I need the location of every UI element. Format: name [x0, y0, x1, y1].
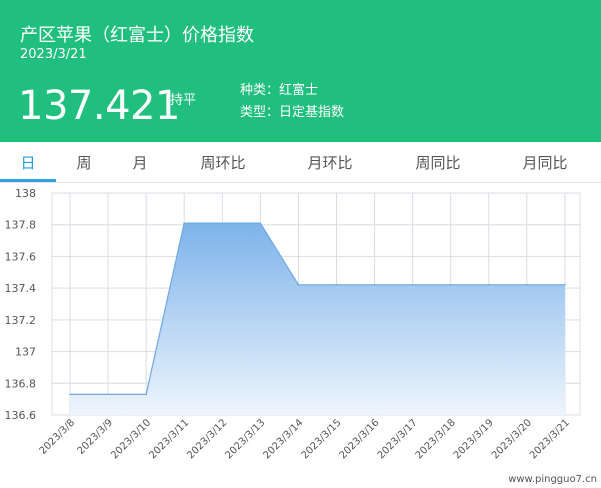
x-tick-label: 2023/3/13 [223, 417, 267, 461]
x-tick-label: 2023/3/14 [262, 417, 306, 461]
data-point [564, 284, 566, 286]
data-point [411, 284, 414, 286]
y-tick-label: 137 [15, 346, 36, 359]
y-tick-label: 136.6 [5, 409, 37, 422]
data-point [373, 284, 376, 286]
data-point [297, 284, 300, 286]
x-tick-label: 2023/3/19 [452, 417, 496, 461]
x-axis: 2023/3/82023/3/92023/3/102023/3/112023/3… [38, 417, 572, 461]
data-point [221, 222, 224, 224]
x-tick-label: 2023/3/8 [38, 417, 78, 457]
y-tick-label: 138 [15, 187, 36, 200]
data-point [69, 393, 71, 396]
x-tick-label: 2023/3/18 [414, 417, 458, 461]
chart-area-layer [69, 222, 566, 415]
data-point [487, 284, 490, 286]
x-tick-label: 2023/3/9 [76, 417, 116, 457]
x-tick-label: 2023/3/12 [185, 417, 229, 461]
y-tick-label: 137.8 [5, 219, 37, 232]
x-tick-label: 2023/3/21 [528, 417, 572, 461]
x-tick-label: 2023/3/17 [376, 417, 420, 461]
data-point [259, 222, 262, 224]
x-tick-label: 2023/3/15 [300, 417, 344, 461]
y-tick-label: 137.6 [5, 250, 37, 263]
data-point [335, 284, 338, 286]
y-tick-label: 137.2 [5, 314, 37, 327]
x-tick-label: 2023/3/11 [147, 417, 191, 461]
x-tick-label: 2023/3/16 [338, 417, 382, 461]
data-point [526, 284, 528, 286]
price-chart: 138 137.8 137.6 137.4 137.2 137 136.8 136.6 202… [5, 187, 598, 485]
series-area [70, 223, 565, 415]
x-tick-label: 2023/3/20 [490, 417, 534, 461]
y-axis: 138 137.8 137.6 137.4 137.2 137 136.8 136.6 [5, 187, 37, 422]
data-point [145, 393, 147, 396]
data-point [449, 284, 452, 286]
data-point [107, 393, 109, 396]
data-point [183, 222, 186, 224]
y-tick-label: 136.8 [5, 377, 37, 390]
watermark: www.pingguo7.cn [508, 474, 597, 485]
y-tick-label: 137.4 [5, 282, 37, 295]
x-tick-label: 2023/3/10 [109, 417, 153, 461]
